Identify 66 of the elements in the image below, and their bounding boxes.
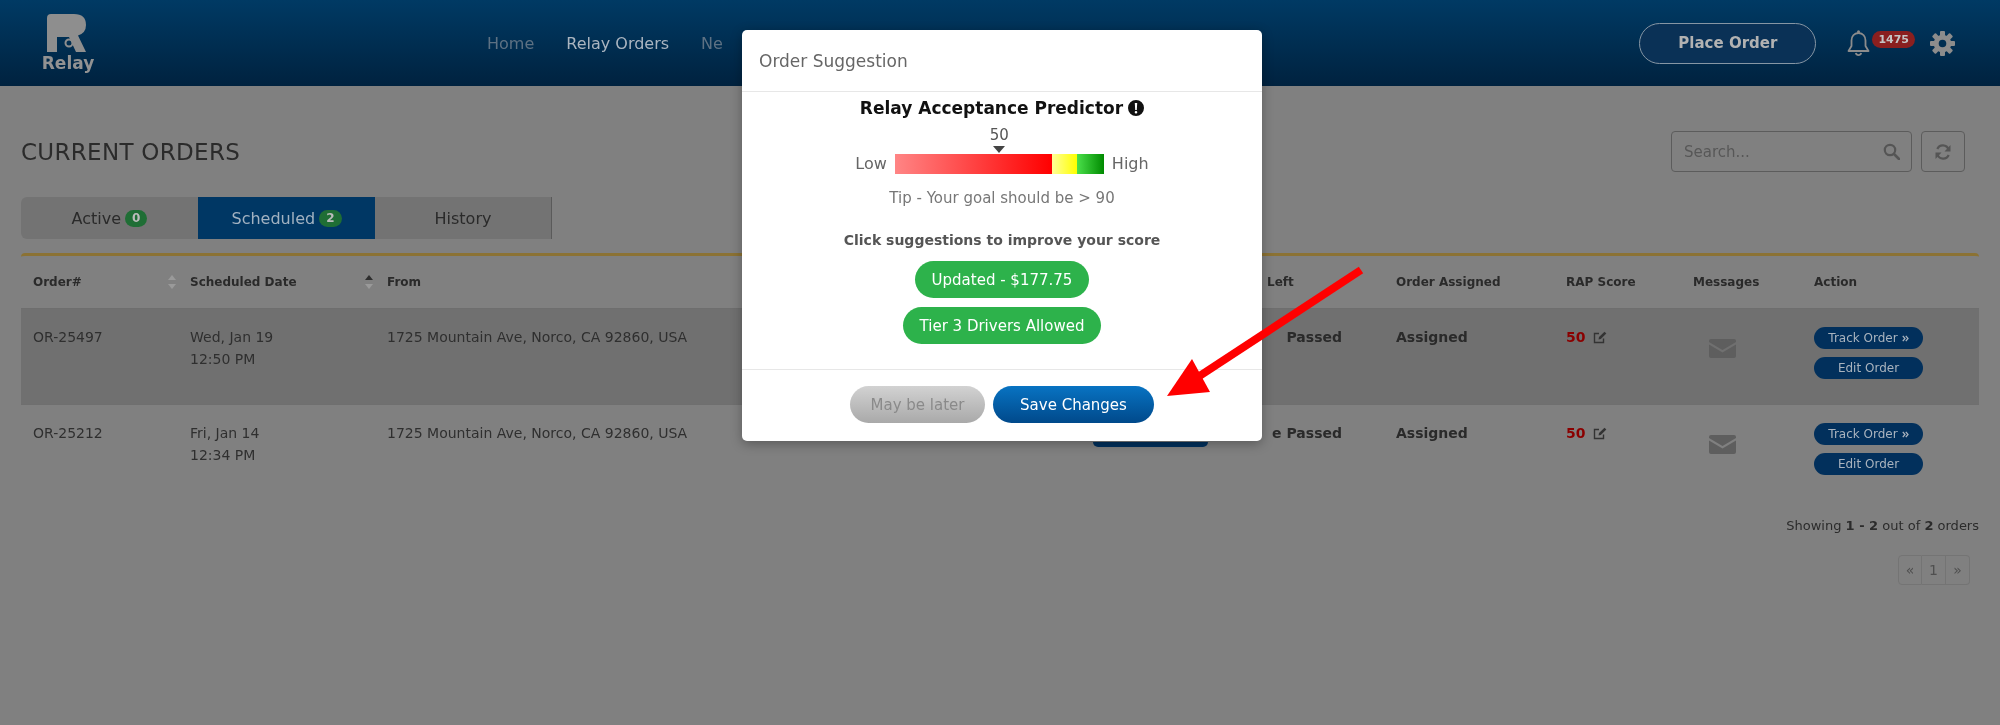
column-header: Order# [33,275,82,289]
exclamation-icon[interactable] [1128,100,1145,116]
page-title: CURRENT ORDERS [21,138,241,165]
column-header: RAP Score [1566,275,1636,289]
scheduled-time: 12:50 PM [190,350,256,369]
assignment-status: Assigned [1396,328,1468,347]
scheduled-date: Fri, Jan 14 [190,424,260,443]
count-badge: 2 [319,209,342,227]
scheduled-time: 12:34 PM [190,446,256,465]
results-summary: Showing 1 - 2 out of 2 orders [1786,517,1979,535]
column-header: Order Assigned [1396,275,1501,289]
edit-order-button[interactable]: Edit Order [1814,453,1923,475]
save-changes-button[interactable]: Save Changes [993,386,1154,423]
track-order-button[interactable]: Track Order [1814,423,1923,445]
envelope-icon[interactable] [1709,435,1736,454]
track-order-button[interactable]: Track Order [1814,327,1923,349]
later-button[interactable]: May be later [850,386,985,423]
order-tab[interactable]: Active 0 [21,197,198,239]
scheduled-date: Wed, Jan 19 [190,328,274,347]
partly-hidden-button[interactable] [1093,442,1208,447]
rap-score: 50 [1566,424,1586,443]
column-header: From [387,275,422,289]
order-number: OR-25497 [33,328,103,347]
double-chevron-icon [1901,430,1909,438]
refresh-button[interactable] [1921,131,1965,172]
pagination-button[interactable]: » [1946,555,1970,585]
search-icon[interactable] [1883,143,1900,160]
suggestion-button[interactable]: Tier 3 Drivers Allowed [902,307,1102,344]
column-header: Scheduled Date [190,275,297,289]
low-label: Low [855,154,887,174]
logo-icon[interactable] [47,13,89,52]
sort-icon[interactable] [365,273,373,291]
order-tab[interactable]: History [375,197,552,239]
place-order-button[interactable]: Place Order [1639,22,1817,64]
bell-icon[interactable] [1846,29,1872,57]
tip-text: Tip - Your goal should be > 90 [889,188,1115,208]
count-badge: 0 [125,209,148,227]
pickup-address: 1725 Mountain Ave, Norco, CA 92860, USA [387,424,688,443]
column-header: Left [1267,275,1294,289]
order-number: OR-25212 [33,424,103,443]
column-header: Messages [1693,275,1760,289]
score-reading: 50 [989,126,1009,144]
order-tab[interactable]: Scheduled 2 [198,197,375,239]
nav-link[interactable]: Ne [701,33,723,53]
status-text: Passed [1286,328,1342,347]
edit-order-button[interactable]: Edit Order [1814,357,1923,379]
suggestion-button[interactable]: Updated - $177.75 [914,261,1090,298]
logo-text: Relay [41,53,95,73]
edit-icon[interactable] [1593,330,1608,344]
high-label: High [1111,154,1149,174]
double-chevron-icon [1901,334,1909,342]
nav-link[interactable]: Relay Orders [566,33,670,53]
settings-icon[interactable] [1930,30,1955,56]
predictor-heading: Relay Acceptance Predictor [859,97,1124,119]
refresh-icon [1934,142,1952,161]
notification-badge: 1475 [1872,30,1915,48]
suggestions-prompt: Click suggestions to improve your score [843,231,1161,250]
assignment-status: Assigned [1396,424,1468,443]
pickup-address: 1725 Mountain Ave, Norco, CA 92860, USA [387,328,688,347]
column-header: Action [1814,275,1858,289]
dialog-title: Order Suggestion [759,50,908,71]
edit-icon[interactable] [1593,426,1608,440]
status-text: e Passed [1272,424,1342,443]
rap-score: 50 [1566,328,1586,347]
pagination-button[interactable]: « [1898,555,1922,585]
nav-link[interactable]: Home [487,33,535,53]
